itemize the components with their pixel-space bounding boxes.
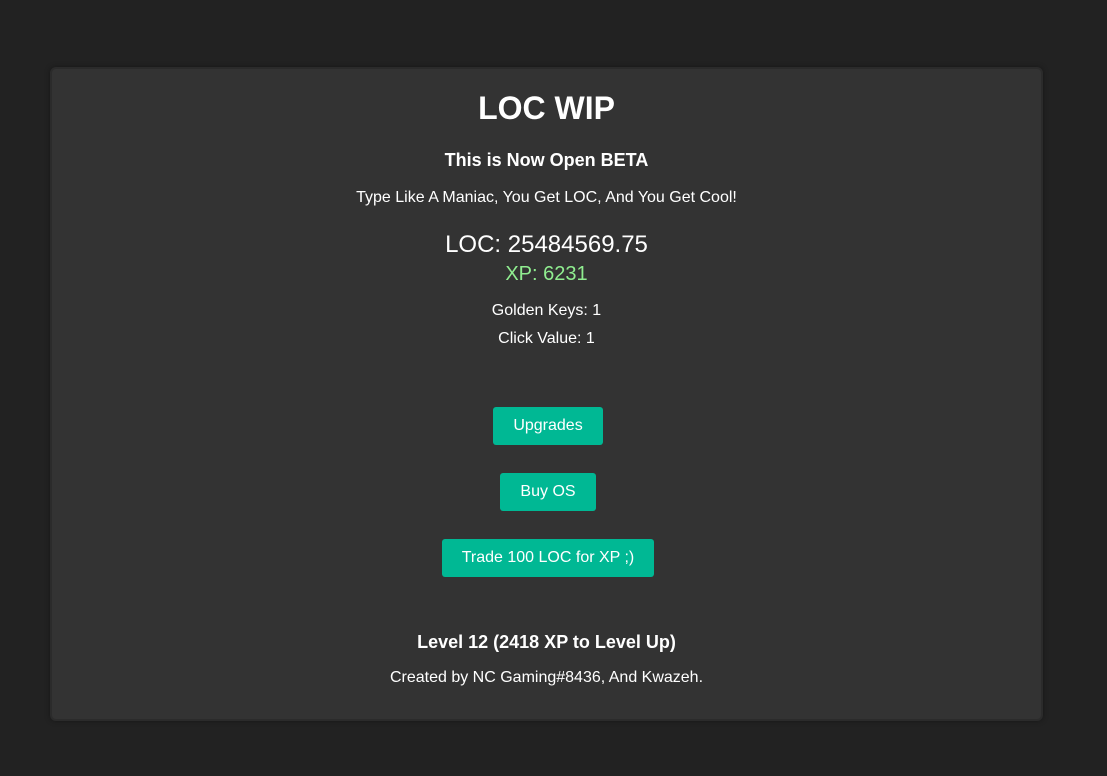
click-value-counter: Click Value: 1 <box>498 330 595 347</box>
page-title: LOC WIP <box>478 90 615 126</box>
level-status: Level 12 (2418 XP to Level Up) <box>417 632 676 652</box>
upgrades-button[interactable]: Upgrades <box>493 407 603 445</box>
golden-keys-counter: Golden Keys: 1 <box>491 302 602 319</box>
trade-loc-for-xp-button[interactable]: Trade 100 LOC for XP ;) <box>442 539 654 577</box>
credits-text: Created by NC Gaming#8436, And Kwazeh. <box>389 669 704 686</box>
loc-counter: LOC: 25484569.75 <box>445 231 648 258</box>
xp-counter: XP: 6231 <box>505 263 588 285</box>
buy-os-button[interactable]: Buy OS <box>500 473 596 511</box>
game-panel: LOC WIP This is Now Open BETA Type Like … <box>50 67 1043 721</box>
beta-notice: This is Now Open BETA <box>444 150 649 170</box>
tagline: Type Like A Maniac, You Get LOC, And You… <box>356 189 737 206</box>
